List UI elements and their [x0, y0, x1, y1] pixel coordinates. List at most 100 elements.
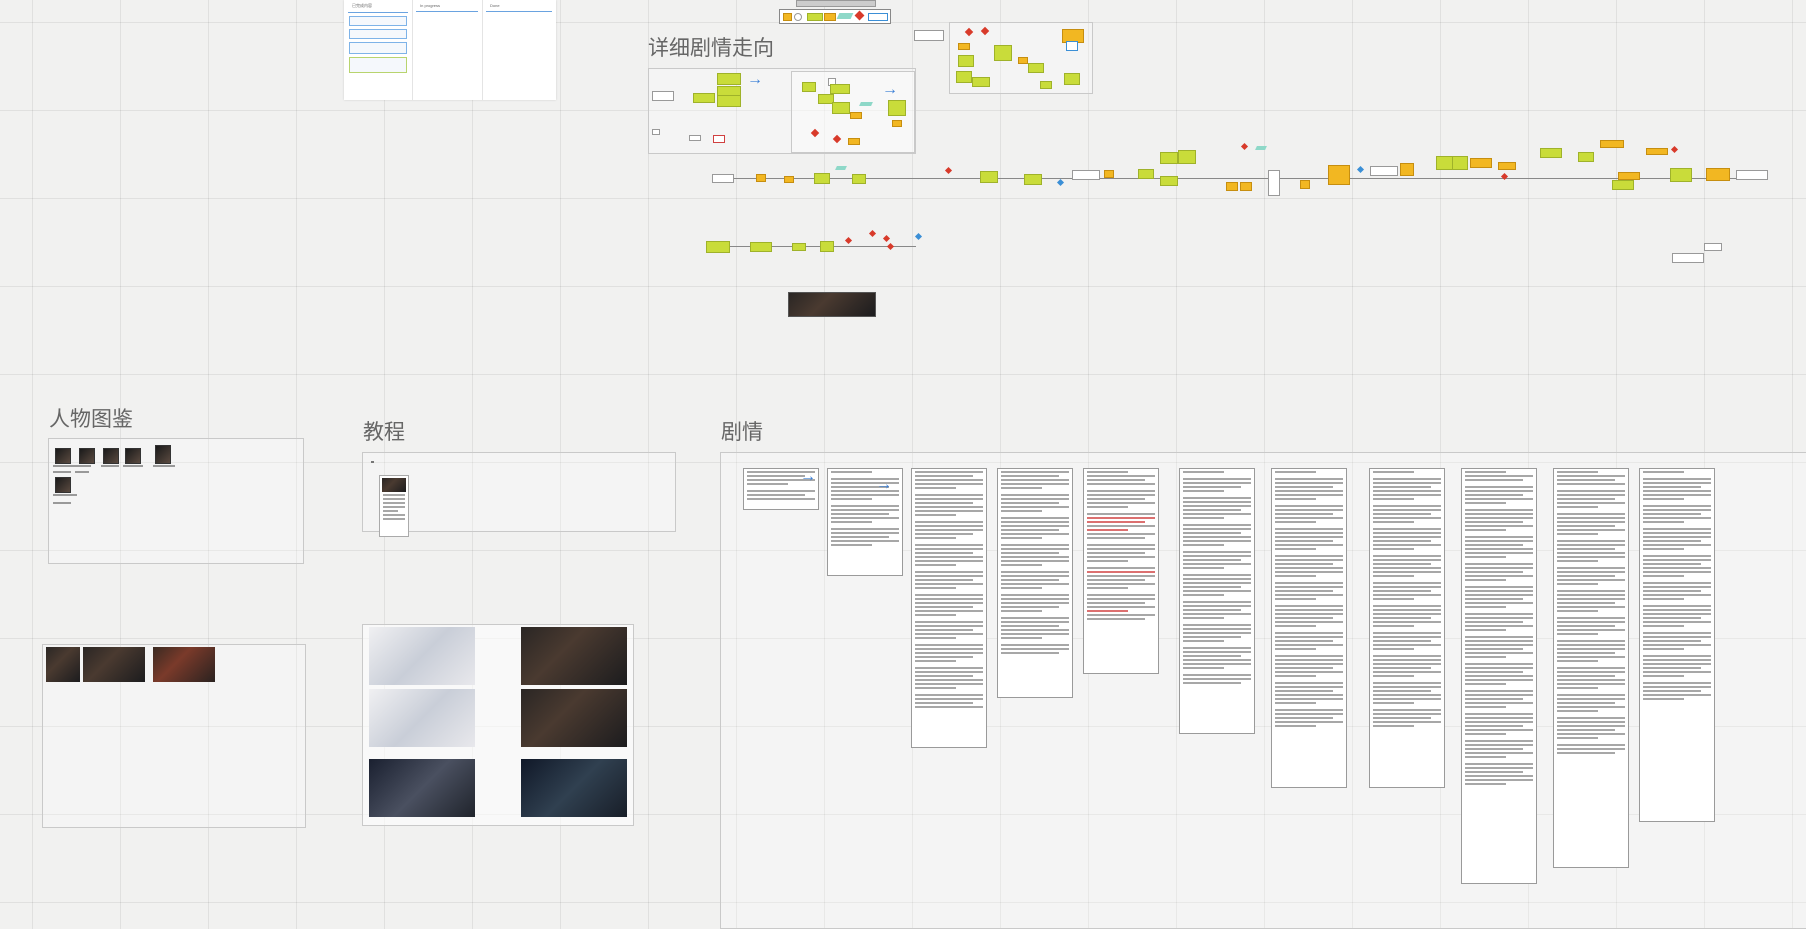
flow-node[interactable]	[888, 100, 906, 116]
flow-node[interactable]	[1178, 150, 1196, 164]
flow-node[interactable]	[1028, 63, 1044, 73]
flow-node[interactable]	[706, 241, 730, 253]
character-avatar[interactable]	[155, 445, 171, 464]
flow-node[interactable]	[980, 171, 998, 183]
flow-node[interactable]	[693, 93, 715, 103]
flow-node[interactable]	[713, 135, 725, 143]
character-avatar[interactable]	[55, 448, 71, 464]
flow-node[interactable]	[1578, 152, 1594, 162]
character-avatar[interactable]	[55, 477, 71, 493]
connector-node[interactable]	[835, 166, 847, 170]
plot-document[interactable]: →	[743, 468, 819, 510]
tutorial-screenshot[interactable]	[521, 759, 627, 817]
flow-node[interactable]	[1160, 152, 1178, 164]
decision-node[interactable]	[810, 128, 820, 138]
flow-node[interactable]	[956, 71, 972, 83]
decision-node[interactable]	[844, 236, 853, 245]
toolbar-strip[interactable]	[796, 0, 876, 7]
tutorial-frame[interactable]	[362, 452, 676, 537]
flow-node[interactable]	[1040, 81, 1052, 89]
kanban-card[interactable]	[349, 29, 407, 39]
flow-node[interactable]	[850, 112, 862, 119]
flow-node[interactable]	[830, 84, 850, 94]
flow-node[interactable]	[1268, 170, 1280, 196]
flow-node[interactable]	[852, 174, 866, 184]
flow-node[interactable]	[792, 243, 806, 251]
character-avatar[interactable]	[125, 448, 141, 464]
flow-node[interactable]	[1736, 170, 1768, 180]
plot-document[interactable]	[1553, 468, 1629, 868]
tutorial-gallery-frame[interactable]	[362, 624, 634, 826]
screenshot-image[interactable]	[153, 647, 215, 682]
flow-node[interactable]	[914, 30, 944, 41]
decision-node[interactable]	[886, 242, 895, 251]
screenshot-image[interactable]	[83, 647, 145, 682]
flow-node[interactable]	[1670, 168, 1692, 182]
flow-node[interactable]	[892, 120, 902, 127]
flow-node[interactable]	[1240, 182, 1252, 191]
kanban-card[interactable]	[349, 16, 407, 26]
flow-node[interactable]	[1064, 73, 1080, 85]
decision-node-blue[interactable]	[914, 232, 923, 241]
kanban-card[interactable]	[349, 57, 407, 73]
decision-node[interactable]	[882, 234, 891, 243]
decision-node[interactable]	[1670, 145, 1679, 154]
tutorial-screenshot[interactable]	[369, 627, 475, 685]
decision-node[interactable]	[868, 229, 877, 238]
decision-node[interactable]	[980, 26, 990, 36]
flow-node[interactable]	[712, 174, 734, 183]
connector-node[interactable]	[859, 102, 873, 106]
decision-node[interactable]	[944, 166, 953, 175]
plot-document[interactable]	[1369, 468, 1445, 788]
character-avatar[interactable]	[79, 448, 95, 464]
plot-document[interactable]	[997, 468, 1073, 698]
flow-node[interactable]	[1370, 166, 1398, 176]
flowchart-group-2[interactable]	[949, 22, 1093, 94]
kanban-card[interactable]	[349, 42, 407, 54]
flow-node[interactable]	[802, 82, 816, 92]
decision-node[interactable]	[964, 27, 974, 37]
decision-node[interactable]	[1240, 142, 1249, 151]
kanban-board[interactable]: 已完成内容 In progress Done	[344, 0, 556, 100]
screenshots-frame[interactable]	[42, 644, 306, 828]
flow-node[interactable]	[1138, 169, 1154, 179]
plot-document[interactable]	[1461, 468, 1537, 884]
tutorial-document-thumb[interactable]	[379, 475, 409, 537]
flow-node[interactable]	[1498, 162, 1516, 170]
flow-node[interactable]	[1704, 243, 1722, 251]
flow-node[interactable]	[717, 73, 741, 85]
plot-document[interactable]	[911, 468, 987, 748]
flow-node[interactable]	[1160, 176, 1178, 186]
flow-node[interactable]	[784, 176, 794, 183]
flow-node[interactable]	[689, 135, 701, 141]
tutorial-screenshot[interactable]	[369, 689, 475, 747]
plot-document[interactable]: →	[827, 468, 903, 576]
flow-node[interactable]	[832, 102, 850, 114]
flow-node[interactable]	[1024, 174, 1042, 185]
flow-node[interactable]	[1540, 148, 1562, 158]
flow-node[interactable]	[1018, 57, 1028, 64]
tutorial-screenshot[interactable]	[521, 627, 627, 685]
flow-node[interactable]	[1706, 168, 1730, 181]
flow-node[interactable]	[814, 173, 830, 184]
flow-node[interactable]	[1600, 140, 1624, 148]
flow-node[interactable]	[652, 129, 660, 135]
flow-node[interactable]	[1612, 180, 1634, 190]
flow-node[interactable]	[652, 91, 674, 101]
decision-node-blue[interactable]	[1056, 178, 1065, 187]
flow-node[interactable]	[756, 174, 766, 182]
decision-node[interactable]	[832, 134, 842, 144]
flowchart-group-1[interactable]: → →	[648, 68, 916, 154]
flow-node[interactable]	[717, 95, 741, 107]
flow-node[interactable]	[1646, 148, 1668, 155]
flow-node[interactable]	[848, 138, 860, 145]
flow-node[interactable]	[1400, 163, 1414, 176]
plot-frame[interactable]: → →	[720, 452, 1806, 929]
flow-node[interactable]	[1072, 170, 1100, 180]
flow-node[interactable]	[1470, 158, 1492, 168]
video-thumbnail[interactable]	[788, 292, 876, 317]
tutorial-screenshot[interactable]	[369, 759, 475, 817]
flow-node[interactable]	[1226, 182, 1238, 191]
flow-node[interactable]	[750, 242, 772, 252]
flow-node[interactable]	[958, 55, 974, 67]
